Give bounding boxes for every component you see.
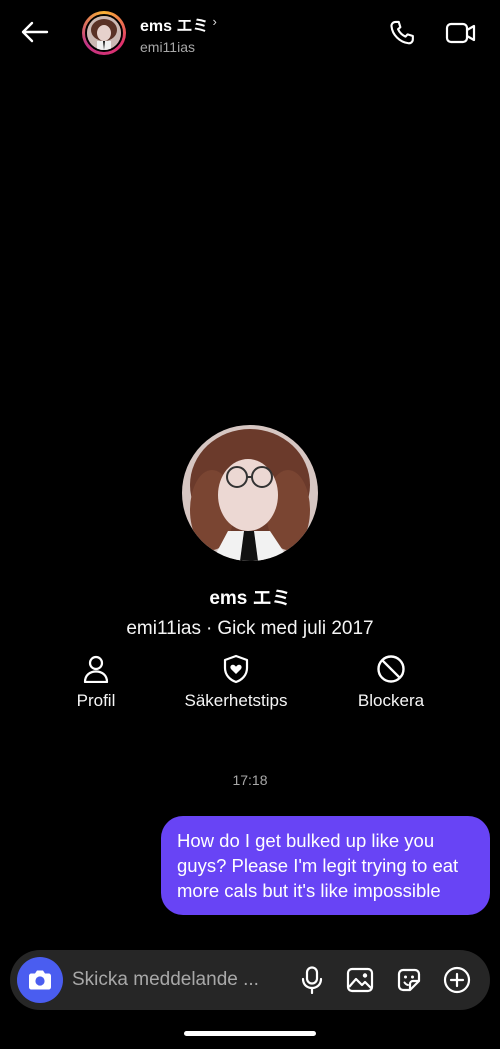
block-button[interactable]: Blockera <box>352 654 430 711</box>
header-name: ems エミ › <box>140 12 217 36</box>
plus-circle-icon <box>443 966 471 994</box>
safety-tips-button[interactable]: Säkerhetstips <box>176 654 296 711</box>
video-call-button[interactable] <box>444 16 478 50</box>
message-input[interactable] <box>72 964 292 996</box>
chevron-right-icon: › <box>212 13 217 29</box>
gallery-button[interactable] <box>344 964 376 996</box>
action-label-block: Blockera <box>357 691 425 710</box>
header-username: emi11ias <box>140 39 195 55</box>
message-timestamp: 17:18 <box>232 772 268 788</box>
profile-name: ems エミ <box>209 588 291 609</box>
more-options-button[interactable] <box>441 964 473 996</box>
action-label-safety: Säkerhetstips <box>184 691 288 710</box>
video-camera-icon <box>445 22 476 44</box>
profile-username: emi11ias <box>126 618 201 639</box>
home-indicator[interactable] <box>184 1031 316 1036</box>
voice-message-button[interactable] <box>296 964 328 996</box>
profile-avatar[interactable] <box>182 425 318 561</box>
profile-joined: Gick med juli 2017 <box>217 618 374 639</box>
back-button[interactable] <box>16 16 52 48</box>
sticker-icon <box>397 968 421 992</box>
block-icon <box>377 655 405 683</box>
profile-action-button[interactable]: Profil <box>72 654 120 711</box>
header-avatar[interactable] <box>82 11 126 55</box>
sticker-button[interactable] <box>393 964 425 996</box>
header-title-link[interactable]: ems エミ › emi11ias <box>140 12 217 56</box>
sent-message-bubble[interactable]: How do I get bulked up like you guys? Pl… <box>161 816 490 915</box>
meta-separator: · <box>206 618 213 639</box>
person-icon <box>83 655 109 683</box>
chat-header: ems エミ › emi11ias <box>0 0 500 66</box>
camera-icon <box>29 970 51 990</box>
shield-heart-icon <box>223 654 249 684</box>
message-composer <box>10 950 490 1010</box>
phone-icon <box>390 20 414 45</box>
arrow-left-icon <box>21 21 49 43</box>
profile-actions: Profil Säkerhetstips Blockera <box>0 654 500 714</box>
header-name-text: ems エミ <box>140 18 209 35</box>
gallery-icon <box>346 967 374 993</box>
call-button[interactable] <box>385 16 419 50</box>
profile-meta: emi11ias · Gick med juli 2017 <box>0 618 500 640</box>
action-label-profile: Profil <box>76 691 116 710</box>
camera-button[interactable] <box>17 957 63 1003</box>
microphone-icon <box>301 966 323 994</box>
